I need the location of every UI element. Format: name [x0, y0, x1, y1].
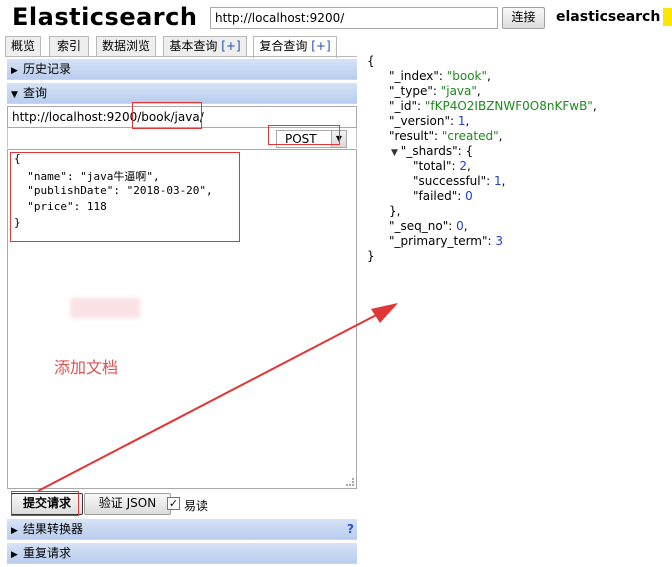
expand-down-icon: ▼	[11, 90, 18, 100]
json-shards-close: },	[389, 204, 401, 218]
expand-right-icon: ▶	[11, 550, 18, 560]
json-type: "_type": "java",	[389, 84, 481, 98]
section-label: 历史记录	[23, 62, 72, 76]
json-shards-total: "total": 2,	[413, 159, 471, 173]
pretty-print-label: 易读	[184, 499, 209, 513]
tab-indices[interactable]: 索引	[49, 36, 89, 57]
cluster-health-indicator	[663, 8, 672, 26]
response-panel: { "_index": "book", "_type": "java", "_i…	[361, 52, 672, 567]
blur-mark	[70, 298, 140, 318]
history-section-header[interactable]: ▶ 历史记录	[7, 59, 357, 80]
tab-add-icon[interactable]: [+]	[221, 39, 240, 53]
section-label: 查询	[23, 86, 48, 100]
result-transformer-header[interactable]: ▶ 结果转换器 ?	[7, 519, 357, 540]
request-base-url: http://localhost:9200/	[12, 110, 142, 124]
json-primary-term: "_primary_term": 3	[389, 234, 504, 248]
body-line: "name": "java牛逼啊",	[14, 170, 160, 183]
body-line: "price": 118	[14, 200, 107, 213]
tab-label: 基本查询	[169, 39, 222, 53]
request-url-input[interactable]: http://localhost:9200/book/java/	[7, 106, 357, 128]
tab-label: 索引	[56, 39, 81, 53]
json-version: "_version": 1,	[389, 114, 470, 128]
http-method-select[interactable]: POST ▼	[276, 130, 347, 148]
chevron-down-icon[interactable]: ▼	[331, 131, 346, 147]
submit-request-button[interactable]: 提交请求	[11, 493, 83, 515]
validate-json-button[interactable]: 验证 JSON	[84, 493, 171, 515]
annotation-text: 添加文档	[54, 358, 119, 377]
repeat-request-header[interactable]: ▶ 重复请求	[7, 543, 357, 564]
body-line: }	[14, 216, 21, 229]
tab-basic-query[interactable]: 基本查询 [+]	[163, 36, 247, 57]
request-path: book/java/	[141, 110, 204, 124]
collapse-toggle-icon[interactable]: ▼	[391, 148, 401, 158]
json-result: "result": "created",	[389, 129, 503, 143]
tab-label: 概览	[10, 39, 35, 53]
tab-browser[interactable]: 数据浏览	[96, 36, 156, 57]
resize-grip-icon[interactable]	[346, 478, 354, 486]
body-line: "publishDate": "2018-03-20",	[14, 184, 213, 197]
pretty-print-checkbox[interactable]: ✓	[167, 497, 180, 510]
connection-url-input[interactable]: http://localhost:9200/	[210, 7, 498, 29]
body-line: {	[14, 152, 21, 165]
connect-button[interactable]: 连接	[502, 7, 545, 29]
cluster-name: elasticsearch	[556, 9, 661, 25]
query-section-header[interactable]: ▼ 查询	[7, 83, 357, 104]
json-shards-successful: "successful": 1,	[413, 174, 506, 188]
tab-label: 复合查询	[259, 39, 312, 53]
section-label: 重复请求	[23, 546, 72, 560]
tab-label: 数据浏览	[101, 39, 150, 53]
tab-add-icon[interactable]: [+]	[311, 39, 330, 53]
expand-right-icon: ▶	[11, 526, 18, 536]
json-close-brace: }	[367, 249, 375, 263]
json-seq-no: "_seq_no": 0,	[389, 219, 468, 233]
http-method-value: POST	[285, 132, 317, 146]
json-shards-failed: "failed": 0	[413, 189, 473, 203]
json-id: "_id": "fKP4O2IBZNWF0O8nKFwB",	[389, 99, 597, 113]
app-title: Elasticsearch	[12, 3, 198, 31]
expand-right-icon: ▶	[11, 66, 18, 76]
request-body-editor[interactable]: { "name": "java牛逼啊", "publishDate": "201…	[7, 149, 357, 489]
json-index: "_index": "book",	[389, 69, 491, 83]
tab-compound-query[interactable]: 复合查询 [+]	[253, 36, 337, 58]
section-label: 结果转换器	[23, 522, 84, 536]
tabs-divider	[5, 56, 357, 57]
help-icon[interactable]: ?	[347, 519, 354, 539]
json-open-brace: {	[367, 54, 375, 68]
tab-overview[interactable]: 概览	[5, 36, 41, 57]
